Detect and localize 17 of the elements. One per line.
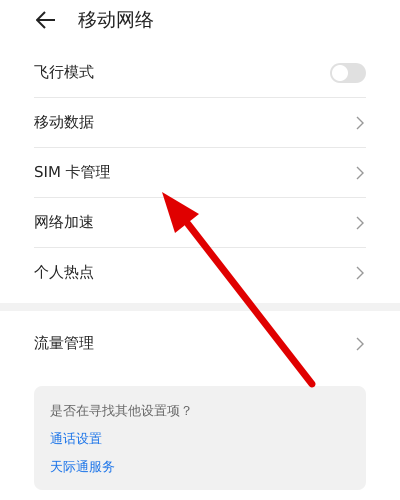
page-title: 移动网络 — [78, 8, 154, 33]
setting-label[interactable]: 个人热点 — [34, 263, 94, 282]
airplane-mode-toggle[interactable] — [330, 62, 366, 82]
setting-label[interactable]: 移动数据 — [34, 113, 94, 132]
setting-label[interactable]: 网络加速 — [34, 213, 94, 232]
setting-label[interactable]: SIM 卡管理 — [34, 163, 111, 182]
chevron-right-icon — [356, 336, 364, 350]
suggestion-link[interactable]: 天际通服务 — [50, 458, 115, 476]
chevron-right-icon — [356, 216, 364, 230]
chevron-right-icon — [356, 266, 364, 280]
setting-label[interactable]: 流量管理 — [34, 334, 94, 353]
suggestion-link[interactable]: 通话设置 — [50, 430, 102, 448]
chevron-right-icon — [356, 166, 364, 180]
suggestion-question: 是否在寻找其他设置项？ — [50, 403, 193, 420]
chevron-right-icon — [356, 116, 364, 130]
back-icon[interactable] — [36, 11, 56, 29]
setting-label[interactable]: 飞行模式 — [34, 63, 94, 82]
